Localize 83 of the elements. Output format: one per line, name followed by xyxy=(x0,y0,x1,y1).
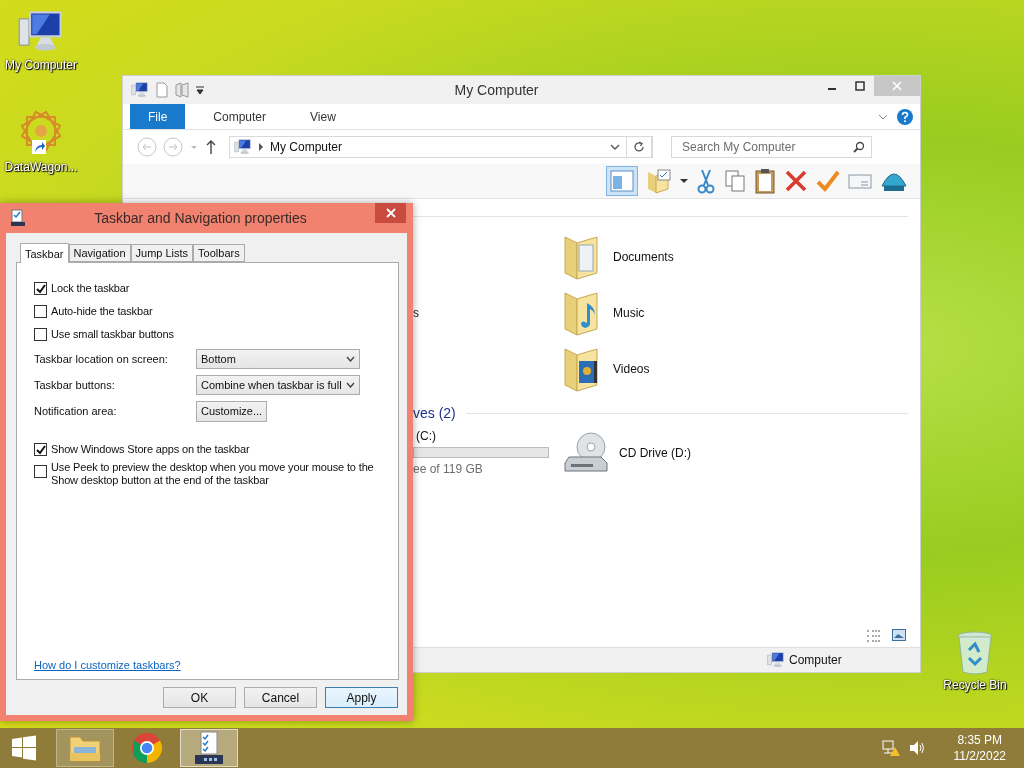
close-button[interactable] xyxy=(375,203,406,223)
minimize-icon xyxy=(828,88,836,90)
close-icon xyxy=(892,81,902,91)
checkbox-option[interactable]: Auto-hide the taskbar xyxy=(34,300,394,323)
dialog-tab[interactable]: Jump Lists xyxy=(130,244,194,262)
search-box[interactable]: Search My Computer xyxy=(671,136,872,158)
search-field[interactable]: Search My Computer xyxy=(680,139,853,155)
up-arrow-icon[interactable] xyxy=(205,139,217,155)
caret-icon[interactable] xyxy=(680,177,688,185)
folder-item[interactable]: Music xyxy=(563,289,863,337)
window-title: My Computer xyxy=(453,82,540,98)
ribbon-tab[interactable]: View xyxy=(288,104,358,129)
dialog-tab[interactable]: Navigation xyxy=(68,244,131,262)
drive-space-text: ee of 119 GB xyxy=(413,462,484,476)
status-text: Computer xyxy=(789,653,842,667)
computer-icon xyxy=(234,138,252,156)
layout-pane-button[interactable] xyxy=(606,166,638,196)
search-icon xyxy=(853,141,865,153)
clock[interactable]: 8:35 PM 11/2/2022 xyxy=(953,732,1006,764)
dialog-title: Taskbar and Navigation properties xyxy=(93,210,308,226)
refresh-button[interactable] xyxy=(626,136,652,158)
checkbox-option[interactable]: Use small taskbar buttons xyxy=(34,323,394,346)
checkbox[interactable] xyxy=(34,282,47,295)
customize-button[interactable]: Customize... xyxy=(196,400,268,422)
recycle-bin-icon xyxy=(955,630,995,676)
chevron-down-icon xyxy=(346,382,355,388)
folder-item[interactable]: Documents xyxy=(563,233,863,281)
computer-icon xyxy=(131,81,149,99)
dialog-button[interactable]: Cancel xyxy=(244,687,317,708)
checkmark-icon[interactable] xyxy=(816,169,840,193)
drive-label[interactable]: (C:) xyxy=(413,429,563,443)
breadcrumb-arrow-icon xyxy=(258,143,264,151)
shortcut-arrow-icon xyxy=(32,140,46,154)
cd-drive-icon xyxy=(563,430,609,475)
item-label: s xyxy=(413,306,420,320)
folder-check-icon[interactable] xyxy=(646,168,672,194)
field-label: Taskbar location on screen: xyxy=(34,353,169,365)
checkbox[interactable] xyxy=(34,443,47,456)
checkbox[interactable] xyxy=(34,465,47,478)
delete-icon[interactable] xyxy=(784,169,808,193)
close-icon xyxy=(385,208,396,218)
details-view-icon[interactable] xyxy=(866,629,882,643)
speaker-icon[interactable] xyxy=(907,740,926,756)
checkbox[interactable] xyxy=(34,328,47,341)
new-folder-icon[interactable] xyxy=(175,82,189,98)
browser-icon xyxy=(131,732,163,764)
folder-item[interactable]: Videos xyxy=(563,345,863,393)
ribbon-tab[interactable]: Computer xyxy=(191,104,289,129)
copy-icon[interactable] xyxy=(724,169,746,193)
taskbar-settings-icon xyxy=(194,731,224,765)
help-link[interactable]: How do I customize taskbars? xyxy=(34,659,394,671)
checklist-icon xyxy=(10,209,26,227)
help-icon[interactable] xyxy=(897,108,913,125)
computer-icon xyxy=(767,651,785,669)
address-bar[interactable]: My Computer xyxy=(229,136,653,158)
group-heading: ves (2) xyxy=(413,405,456,421)
dialog-button[interactable]: Apply xyxy=(325,687,398,708)
dialog-tab[interactable]: Taskbar xyxy=(20,243,69,263)
windows-logo-icon xyxy=(11,735,37,761)
taskbar-app-button[interactable] xyxy=(180,729,238,767)
clipboard-icon[interactable] xyxy=(754,168,776,194)
starburst-logo-icon xyxy=(18,108,64,154)
field-label: Taskbar buttons: xyxy=(34,379,116,391)
checkbox[interactable] xyxy=(34,305,47,318)
checkbox-option[interactable]: Show Windows Store apps on the taskbar xyxy=(34,438,394,461)
dropdown[interactable]: Bottom xyxy=(196,349,360,369)
checkbox-option[interactable]: Use Peek to preview the desktop when you move your mouse to the Show desktop button at the end of the taskbar xyxy=(34,461,394,487)
dialog-button[interactable]: OK xyxy=(163,687,236,708)
refresh-icon xyxy=(633,141,645,153)
dropdown[interactable]: Combine when taskbar is full xyxy=(196,375,360,395)
maximize-icon xyxy=(855,81,865,91)
chevron-down-icon[interactable] xyxy=(610,143,620,151)
cd-drive-item[interactable]: CD Drive (D:) xyxy=(563,429,863,476)
chevron-down-icon xyxy=(346,356,355,362)
large-icons-view-icon[interactable] xyxy=(892,629,906,641)
folder-icon xyxy=(68,733,102,763)
scissors-icon[interactable] xyxy=(696,168,716,194)
field-label: Notification area: xyxy=(34,405,118,417)
ribbon-tab[interactable]: File xyxy=(130,104,186,129)
checkbox-option[interactable]: Lock the taskbar xyxy=(34,277,394,300)
properties-icon[interactable] xyxy=(155,82,169,98)
network-warning-icon[interactable] xyxy=(881,739,900,757)
dialog-tab[interactable]: Toolbars xyxy=(193,244,245,262)
